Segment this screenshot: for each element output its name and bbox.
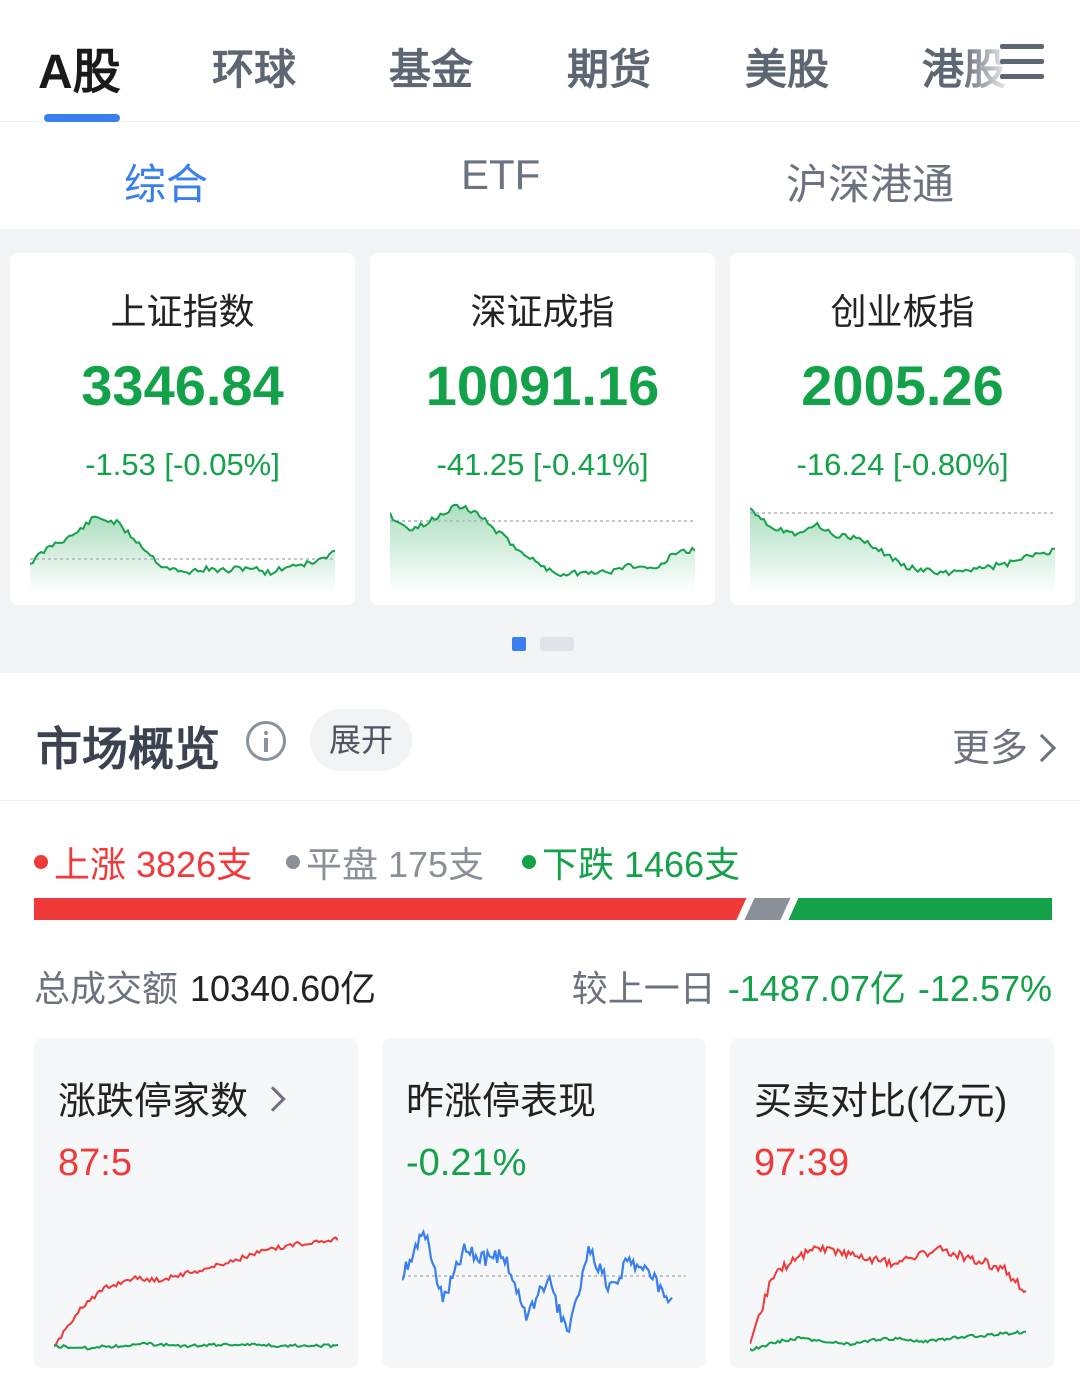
- limit-up-down-card[interactable]: 涨跌停家数 87:5: [34, 1038, 358, 1368]
- up-segment: [34, 898, 747, 920]
- hamburger-menu-icon[interactable]: [1000, 44, 1044, 80]
- index-value: 10091.16: [425, 354, 660, 417]
- index-card-chinext[interactable]: 创业板指 2005.26 -16.24 [-0.80%]: [730, 253, 1075, 605]
- index-sparkline: [390, 503, 695, 593]
- section-title: 市场概览: [36, 723, 220, 775]
- more-label: 更多: [951, 728, 1028, 770]
- turnover-label: 总成交额: [34, 968, 179, 1009]
- index-value: 3346.84: [81, 354, 284, 417]
- index-name: 深证成指: [470, 291, 615, 332]
- index-card-carousel: 上证指数 3346.84 -1.53 [-0.05%] 深证成指 10091.1…: [0, 229, 1080, 673]
- card-title: 昨涨停表现: [406, 1081, 597, 1123]
- subtab-overview[interactable]: 综合: [124, 151, 208, 212]
- active-tab-indicator: [44, 114, 120, 122]
- tab-global[interactable]: 环球: [212, 36, 296, 97]
- flat-segment: [744, 898, 791, 920]
- subtab-stock-connect[interactable]: 沪深港通: [786, 151, 954, 212]
- tab-us-stocks[interactable]: 美股: [745, 36, 829, 97]
- index-change: -16.24 [-0.80%]: [796, 447, 1009, 482]
- legend-up: 上涨 3826支: [34, 836, 252, 888]
- down-segment: [788, 898, 1052, 920]
- card-value: 97:39: [754, 1142, 850, 1184]
- buy-sell-ratio-card[interactable]: 买卖对比(亿元) 97:39: [730, 1038, 1054, 1368]
- yesterday-limit-up-card[interactable]: 昨涨停表现 -0.21%: [382, 1038, 706, 1368]
- down-count-label: 下跌 1466支: [542, 844, 741, 885]
- index-change: -41.25 [-0.41%]: [436, 447, 649, 482]
- sparkline-area: [750, 508, 1055, 593]
- market-tab-bar: A股 环球 基金 期货 美股 港股: [0, 0, 1080, 122]
- card-title: 涨跌停家数: [58, 1070, 286, 1125]
- card-title: 买卖对比(亿元): [754, 1081, 1008, 1123]
- card-title-label: 涨跌停家数: [58, 1081, 249, 1123]
- index-sparkline: [750, 507, 1055, 593]
- legend-down: 下跌 1466支: [522, 836, 740, 888]
- pager-dot[interactable]: [540, 637, 574, 651]
- info-icon[interactable]: [246, 721, 286, 761]
- tab-funds[interactable]: 基金: [389, 36, 473, 97]
- up-down-ratio-bar: [34, 898, 1052, 920]
- sparkline-area: [30, 516, 335, 593]
- index-name: 创业板指: [830, 291, 975, 332]
- tab-futures[interactable]: 期货: [567, 36, 651, 97]
- index-change: -1.53 [-0.05%]: [85, 447, 280, 482]
- expand-button[interactable]: 展开: [310, 709, 412, 771]
- compare-percent: -12.57%: [917, 968, 1052, 1009]
- turnover-value: 10340.60亿: [190, 968, 377, 1009]
- performance-chart: [402, 1228, 686, 1334]
- chevron-right-icon: [260, 1086, 286, 1112]
- market-breadth: 上涨 3826支 平盘 175支 下跌 1466支 总成交额 10340.60亿 …: [0, 802, 1080, 1038]
- index-card-sse[interactable]: 上证指数 3346.84 -1.53 [-0.05%]: [10, 253, 355, 605]
- sub-tab-bar: 综合 ETF 沪深港通: [0, 123, 1080, 229]
- index-card-szse[interactable]: 深证成指 10091.16 -41.25 [-0.41%]: [370, 253, 715, 605]
- limit-down-line: [54, 1341, 338, 1351]
- more-link[interactable]: 更多: [951, 717, 1057, 772]
- market-overview-header: 市场概览 展开 更多: [0, 673, 1080, 801]
- subtab-etf[interactable]: ETF: [461, 151, 540, 199]
- turnover-compare: 较上一日 -1487.07亿 -12.57%: [572, 960, 1052, 1012]
- legend-flat: 平盘 175支: [286, 836, 484, 888]
- index-sparkline: [30, 515, 335, 593]
- flat-dot-icon: [286, 855, 300, 869]
- card-value: -0.21%: [406, 1142, 527, 1184]
- index-name: 上证指数: [110, 291, 255, 332]
- up-count-label: 上涨 3826支: [54, 844, 253, 885]
- total-turnover: 总成交额 10340.60亿: [34, 960, 376, 1012]
- sell-line: [750, 1329, 1027, 1352]
- pager-dot-active[interactable]: [512, 637, 526, 651]
- sparkline-area: [390, 504, 695, 593]
- down-dot-icon: [522, 855, 536, 869]
- up-dot-icon: [34, 855, 48, 869]
- performance-line: [402, 1228, 673, 1334]
- compare-label: 较上一日: [571, 968, 716, 1009]
- buy-sell-chart: [750, 1243, 1027, 1352]
- index-value: 2005.26: [801, 354, 1004, 417]
- chevron-right-icon: [1027, 733, 1057, 763]
- tab-a-shares[interactable]: A股: [38, 32, 121, 102]
- flat-count-label: 平盘 175支: [306, 844, 485, 885]
- card-value: 87:5: [58, 1142, 132, 1184]
- limit-up-line: [54, 1236, 338, 1348]
- buy-line: [750, 1243, 1027, 1345]
- compare-value: -1487.07亿: [727, 968, 906, 1009]
- limit-trend-chart: [54, 1236, 338, 1351]
